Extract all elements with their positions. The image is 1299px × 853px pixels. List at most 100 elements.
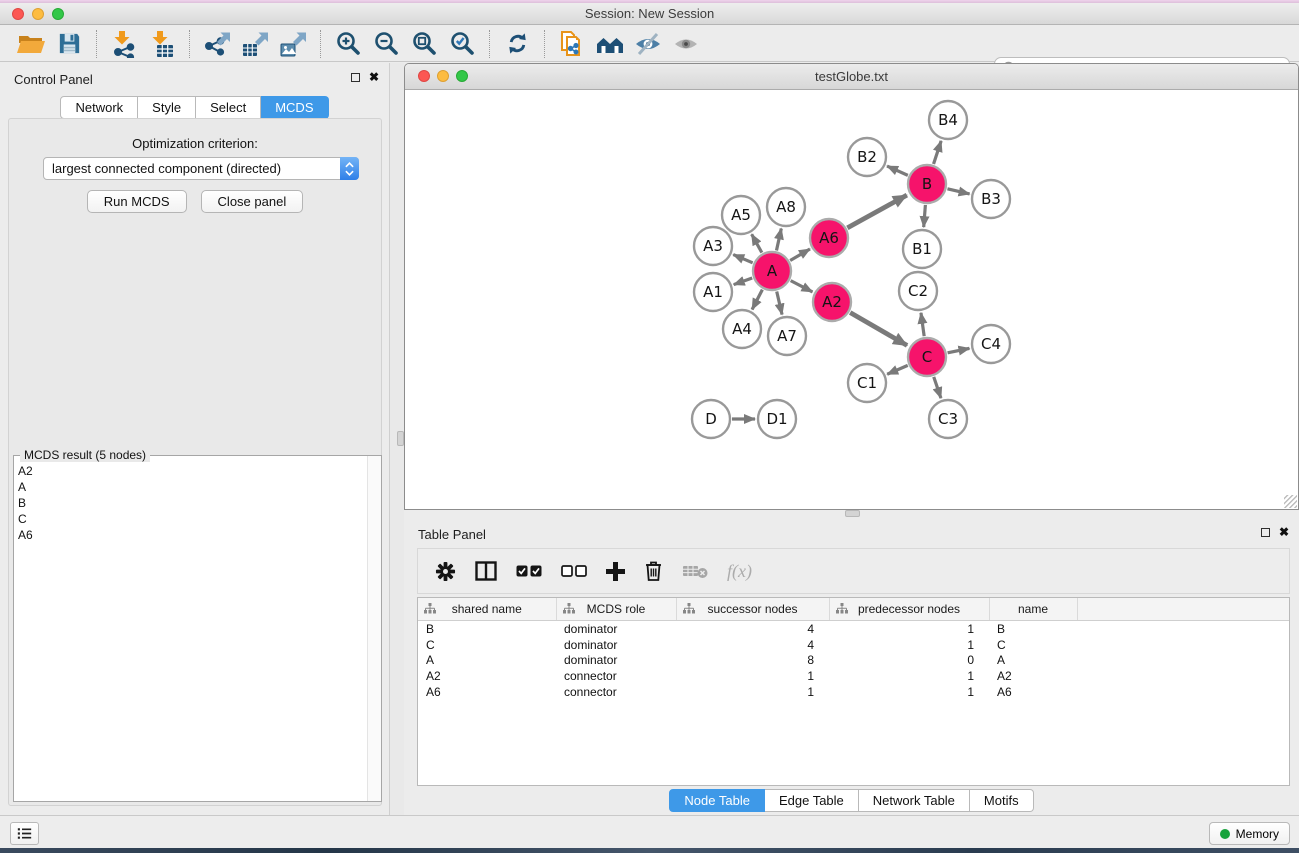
column-header-predecessor-nodes[interactable]: predecessor nodes xyxy=(829,598,989,621)
tab-motifs[interactable]: Motifs xyxy=(970,789,1034,812)
memory-label: Memory xyxy=(1236,827,1279,841)
graph-edge[interactable] xyxy=(776,228,781,250)
graph-edge[interactable] xyxy=(924,205,926,227)
tab-select[interactable]: Select xyxy=(196,96,261,119)
table-row[interactable]: Adominator80A xyxy=(418,653,1289,669)
criterion-dropdown[interactable]: largest connected component (directed) xyxy=(43,157,359,180)
table-row[interactable]: A6connector11A6 xyxy=(418,684,1289,700)
minimize-network-window-button[interactable] xyxy=(437,70,449,82)
column-header-shared-name[interactable]: shared name xyxy=(418,598,556,621)
graph-edge[interactable] xyxy=(934,377,941,398)
tab-network[interactable]: Network xyxy=(60,96,138,119)
graph-node-label: A8 xyxy=(776,198,796,216)
graph-edge[interactable] xyxy=(790,249,810,260)
delete-table-button[interactable] xyxy=(682,563,708,579)
open-session-button[interactable] xyxy=(14,29,48,59)
delete-columns-button[interactable] xyxy=(644,560,663,582)
import-table-button[interactable] xyxy=(145,29,179,59)
mcds-result-list[interactable]: A2ABCA6 xyxy=(14,456,381,801)
memory-button[interactable]: Memory xyxy=(1209,822,1290,845)
result-list-scrollbar[interactable] xyxy=(367,456,381,801)
eye-slash-icon xyxy=(634,31,662,57)
zoom-network-window-button[interactable] xyxy=(456,70,468,82)
select-all-columns-button[interactable] xyxy=(516,565,542,577)
graph-edge[interactable] xyxy=(847,195,906,228)
graph-edge[interactable] xyxy=(791,281,813,292)
tab-edge-table[interactable]: Edge Table xyxy=(765,789,859,812)
show-graphics-details-button[interactable] xyxy=(669,29,703,59)
refresh-button[interactable] xyxy=(500,29,534,59)
minimize-window-button[interactable] xyxy=(32,8,44,20)
export-image-button[interactable] xyxy=(276,29,310,59)
float-table-panel-icon[interactable] xyxy=(1261,528,1270,537)
graph-edge[interactable] xyxy=(733,255,752,263)
hide-selected-button[interactable] xyxy=(631,29,665,59)
close-panel-button[interactable]: Close panel xyxy=(201,190,304,213)
toolbar-separator xyxy=(489,30,490,58)
table-settings-button[interactable] xyxy=(435,561,456,582)
zoom-out-button[interactable] xyxy=(369,29,403,59)
horizontal-scroll-thumb[interactable] xyxy=(845,510,860,517)
tab-mcds[interactable]: MCDS xyxy=(261,96,328,119)
close-table-panel-icon[interactable]: ✖ xyxy=(1279,527,1289,538)
close-panel-icon[interactable]: ✖ xyxy=(369,72,379,83)
table-row[interactable]: A2connector11A2 xyxy=(418,668,1289,684)
tab-network-table[interactable]: Network Table xyxy=(859,789,970,812)
export-network-button[interactable] xyxy=(200,29,234,59)
resize-grip[interactable] xyxy=(1284,495,1297,508)
graph-edge[interactable] xyxy=(752,234,762,252)
network-canvas[interactable]: AA2A6BCA1A3A4A5A7A8B1B2B3B4C1C2C3C4DD1 xyxy=(405,90,1298,509)
column-header-name[interactable]: name xyxy=(989,598,1077,621)
mcds-result-item[interactable]: A2 xyxy=(14,463,381,479)
graph-node-label: C3 xyxy=(938,410,958,428)
graph-edge[interactable] xyxy=(850,313,907,346)
import-network-button[interactable] xyxy=(107,29,141,59)
table-row[interactable]: Cdominator41C xyxy=(418,637,1289,653)
graph-node-label: C2 xyxy=(908,282,928,300)
vertical-scroll-thumb[interactable] xyxy=(397,431,404,446)
tab-node-table[interactable]: Node Table xyxy=(669,789,765,812)
tab-style[interactable]: Style xyxy=(138,96,196,119)
checked-boxes-icon xyxy=(516,565,542,577)
export-table-icon xyxy=(241,30,269,58)
graph-edge[interactable] xyxy=(887,166,908,175)
function-builder-button[interactable]: f(x) xyxy=(727,561,752,582)
graph-edge[interactable] xyxy=(777,291,782,314)
zoom-window-button[interactable] xyxy=(52,8,64,20)
graph-edge[interactable] xyxy=(887,365,908,374)
main-titlebar: Session: New Session xyxy=(0,3,1299,25)
mcds-result-item[interactable]: A6 xyxy=(14,527,381,543)
mcds-result-item[interactable]: B xyxy=(14,495,381,511)
plus-icon xyxy=(606,562,625,581)
export-table-button[interactable] xyxy=(238,29,272,59)
graph-edge[interactable] xyxy=(948,348,970,352)
table-row[interactable]: Bdominator41B xyxy=(418,621,1289,637)
save-session-button[interactable] xyxy=(52,29,86,59)
new-network-from-selection-button[interactable] xyxy=(555,29,589,59)
unselect-all-columns-button[interactable] xyxy=(561,565,587,577)
create-column-button[interactable] xyxy=(606,562,625,581)
graph-node-label: B1 xyxy=(912,240,932,258)
mcds-result-item[interactable]: C xyxy=(14,511,381,527)
zoom-in-button[interactable] xyxy=(331,29,365,59)
graph-edge[interactable] xyxy=(752,290,762,310)
graph-edge[interactable] xyxy=(934,141,942,164)
first-neighbors-button[interactable] xyxy=(593,29,627,59)
zoom-selected-button[interactable] xyxy=(445,29,479,59)
show-columns-button[interactable] xyxy=(475,561,497,581)
column-header-mcds-role[interactable]: MCDS role xyxy=(556,598,676,621)
table-panel: Table Panel ✖ xyxy=(404,518,1299,815)
graph-node-label: B4 xyxy=(938,111,958,129)
graph-edge[interactable] xyxy=(734,278,752,285)
mcds-result-item[interactable]: A xyxy=(14,479,381,495)
run-mcds-button[interactable]: Run MCDS xyxy=(87,190,187,213)
show-panels-button[interactable] xyxy=(10,822,39,845)
graph-edge[interactable] xyxy=(921,313,924,336)
close-network-window-button[interactable] xyxy=(418,70,430,82)
toolbar-separator xyxy=(96,30,97,58)
float-panel-icon[interactable] xyxy=(351,73,360,82)
graph-edge[interactable] xyxy=(947,189,969,194)
column-header-successor-nodes[interactable]: successor nodes xyxy=(676,598,829,621)
close-window-button[interactable] xyxy=(12,8,24,20)
zoom-fit-button[interactable] xyxy=(407,29,441,59)
